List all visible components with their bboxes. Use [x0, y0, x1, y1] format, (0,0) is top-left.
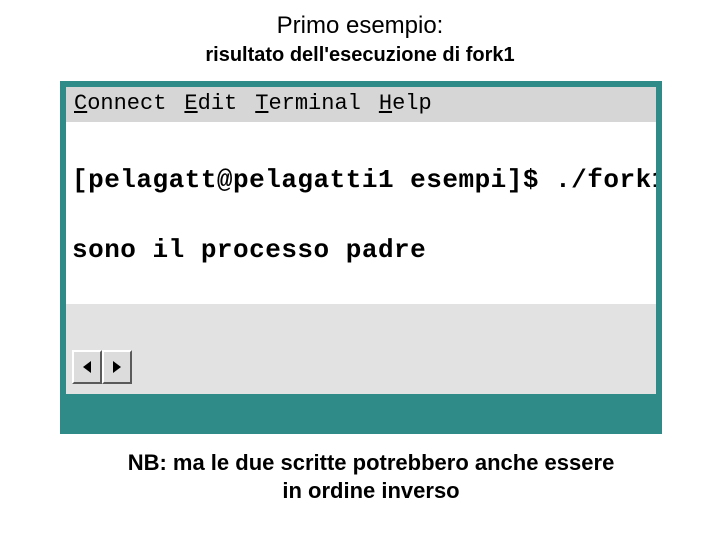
- term-line: sono il processo padre: [72, 233, 650, 268]
- menu-bar: Connect Edit Terminal Help: [66, 87, 656, 122]
- menu-connect-ul: C: [74, 91, 87, 116]
- menu-help-ul: H: [379, 91, 392, 116]
- menu-help[interactable]: Help: [379, 91, 432, 116]
- terminal-window: Connect Edit Terminal Help [pelagatt@pel…: [60, 81, 662, 434]
- menu-edit-rest: dit: [198, 91, 238, 116]
- slide-title: Primo esempio:: [0, 0, 720, 40]
- menu-terminal-rest: erminal: [268, 91, 360, 116]
- terminal-output: [pelagatt@pelagatti1 esempi]$ ./fork1 so…: [66, 122, 656, 304]
- footnote-line2: in ordine inverso: [62, 477, 680, 505]
- window-bottom-bar: [66, 394, 656, 428]
- scroll-left-button[interactable]: [72, 350, 102, 384]
- triangle-left-icon: [81, 360, 93, 374]
- menu-edit-ul: E: [184, 91, 197, 116]
- scroll-area: [66, 304, 656, 394]
- menu-terminal-ul: T: [255, 91, 268, 116]
- triangle-right-icon: [111, 360, 123, 374]
- menu-connect[interactable]: Connect: [74, 91, 166, 116]
- menu-help-rest: elp: [392, 91, 432, 116]
- menu-connect-rest: onnect: [87, 91, 166, 116]
- menu-terminal[interactable]: Terminal: [255, 91, 361, 116]
- terminal-window-inner: Connect Edit Terminal Help [pelagatt@pel…: [66, 87, 656, 394]
- footnote-line1: NB: ma le due scritte potrebbero anche e…: [62, 449, 680, 477]
- scroll-right-button[interactable]: [102, 350, 132, 384]
- footnote: NB: ma le due scritte potrebbero anche e…: [0, 449, 720, 504]
- slide-subtitle: risultato dell'esecuzione di fork1: [0, 40, 720, 81]
- menu-edit[interactable]: Edit: [184, 91, 237, 116]
- scroll-buttons: [72, 350, 132, 384]
- term-line: [pelagatt@pelagatti1 esempi]$ ./fork1: [72, 163, 650, 198]
